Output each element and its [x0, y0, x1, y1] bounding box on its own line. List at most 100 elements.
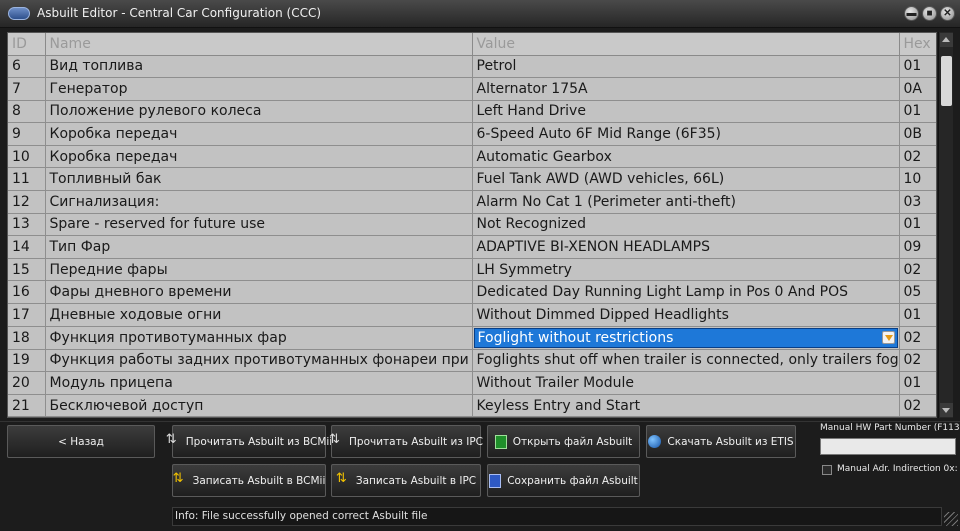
cell-id: 14	[8, 235, 46, 259]
cell-name: Фары дневного времени	[45, 280, 473, 305]
cell-name: Коробка передач	[45, 145, 473, 169]
cell-hex: 01	[899, 55, 936, 79]
cell-value[interactable]: Foglights shut off when trailer is conne…	[472, 349, 900, 373]
table-body: 6 Вид топлива Petrol 01 7 Генератор Alternator…	[8, 55, 936, 417]
cell-hex: 0A	[899, 77, 936, 101]
cell-id: 8	[8, 100, 46, 124]
value-dropdown-cell[interactable]: Foglight without restrictions	[472, 326, 900, 350]
table-row[interactable]: 16 Фары дневного времени Dedicated Day Run…	[8, 280, 936, 305]
open-file-label: Открыть файл Asbuilt	[512, 435, 633, 448]
cell-value[interactable]: Not Recognized	[472, 213, 900, 237]
scroll-down-icon[interactable]	[940, 403, 953, 417]
cell-id: 13	[8, 213, 46, 237]
table-row[interactable]: 6 Вид топлива Petrol 01	[8, 55, 936, 79]
table-row[interactable]: 20 Модуль прицепа Without Trailer Module 01	[8, 371, 936, 395]
cell-value[interactable]: LH Symmetry	[472, 258, 900, 282]
read-ipc-label: Прочитать Asbuilt из IPC	[349, 435, 483, 448]
table-row[interactable]: 21 Бесключевой доступ Keyless Entry and St…	[8, 394, 936, 417]
vertical-scrollbar[interactable]	[938, 32, 953, 418]
dropdown-arrow-icon[interactable]	[881, 330, 895, 344]
download-etis-button[interactable]: Скачать Asbuilt из ETIS	[646, 425, 796, 458]
table-row[interactable]: 14 Тип Фар ADAPTIVE BI-XENON HEADLAMPS 09	[8, 235, 936, 259]
cell-hex: 01	[899, 100, 936, 124]
cell-hex: 02	[899, 326, 936, 350]
write-bcm-label: Записать Asbuilt в BCMii	[192, 474, 326, 487]
asbuilt-grid[interactable]: ID Name Value Hex 6 Вид топлива Petrol 01 7 Г…	[7, 32, 937, 418]
download-etis-label: Скачать Asbuilt из ETIS	[667, 435, 794, 448]
cell-name: Функция противотуманных фар	[45, 326, 473, 350]
cell-hex: 01	[899, 303, 936, 327]
app-logo-icon	[8, 7, 30, 20]
column-header-name[interactable]: Name	[45, 33, 473, 56]
cell-hex: 0B	[899, 122, 936, 146]
read-bcm-label: Прочитать Asbuilt из BCMii	[185, 435, 333, 448]
read-arrows-icon	[166, 432, 180, 450]
cell-id: 11	[8, 167, 46, 192]
cell-name: Spare - reserved for future use	[45, 213, 473, 237]
read-bcm-button[interactable]: Прочитать Asbuilt из BCMii	[166, 425, 332, 458]
table-row[interactable]: 9 Коробка передач 6-Speed Auto 6F Mid Rang…	[8, 122, 936, 146]
resize-grip-icon[interactable]	[944, 512, 958, 526]
cell-value[interactable]: Without Trailer Module	[472, 371, 900, 395]
table-row[interactable]: 8 Положение рулевого колеса Left Hand Driv…	[8, 100, 936, 124]
column-header-id[interactable]: ID	[8, 33, 46, 56]
cell-name: Модуль прицепа	[45, 371, 473, 395]
cell-value[interactable]: Without Dimmed Dipped Headlights	[472, 303, 900, 327]
cell-value[interactable]: Alarm No Cat 1 (Perimeter anti-theft)	[472, 190, 900, 214]
write-bcm-button[interactable]: Записать Asbuilt в BCMii	[172, 464, 326, 497]
cell-value[interactable]: Left Hand Drive	[472, 100, 900, 124]
indirection-label: Manual Adr. Indirection 0x:	[837, 464, 958, 474]
cell-name: Генератор	[45, 77, 473, 101]
back-button[interactable]: < Назад	[7, 425, 155, 458]
scroll-thumb[interactable]	[941, 56, 952, 106]
table-row[interactable]: 13 Spare - reserved for future use Not Rec…	[8, 213, 936, 237]
cell-id: 6	[8, 55, 46, 79]
cell-name: Положение рулевого колеса	[45, 100, 473, 124]
open-file-icon	[494, 434, 507, 449]
column-header-value[interactable]: Value	[472, 33, 900, 56]
cell-value[interactable]: Keyless Entry and Start	[472, 394, 900, 417]
table-row[interactable]: 15 Передние фары LH Symmetry 02	[8, 258, 936, 282]
table-header-row: ID Name Value Hex	[8, 33, 936, 56]
cell-name: Функция работы задних противотуманных фо…	[45, 349, 473, 373]
cell-value[interactable]: Alternator 175A	[472, 77, 900, 101]
write-ipc-button[interactable]: Записать Asbuilt в IPC	[331, 464, 481, 497]
scroll-up-icon[interactable]	[940, 33, 953, 47]
save-file-button[interactable]: Сохранить файл Asbuilt	[487, 464, 640, 497]
column-header-hex[interactable]: Hex	[899, 33, 936, 56]
value-dropdown[interactable]: Foglight without restrictions	[473, 327, 898, 348]
table-row[interactable]: 18 Функция противотуманных фар Foglight wi…	[8, 326, 936, 350]
cell-hex: 01	[899, 213, 936, 237]
cell-value[interactable]: 6-Speed Auto 6F Mid Range (6F35)	[472, 122, 900, 146]
hw-part-number-input[interactable]	[820, 438, 956, 455]
minimize-button[interactable]: ▬	[904, 6, 919, 21]
cell-hex: 02	[899, 349, 936, 373]
save-file-icon	[489, 473, 502, 488]
table-row[interactable]: 7 Генератор Alternator 175A 0A	[8, 77, 936, 101]
open-file-button[interactable]: Открыть файл Asbuilt	[487, 425, 640, 458]
cell-name: Сигнализация:	[45, 190, 473, 214]
close-button[interactable]: ✕	[940, 6, 955, 21]
cell-name: Топливный бак	[45, 167, 473, 192]
table-row[interactable]: 10 Коробка передач Automatic Gearbox 02	[8, 145, 936, 169]
write-arrows-icon	[173, 471, 187, 489]
title-bar: Asbuilt Editor - Central Car Configurati…	[0, 0, 960, 28]
table-row[interactable]: 19 Функция работы задних противотуманных …	[8, 349, 936, 373]
cell-id: 17	[8, 303, 46, 327]
cell-id: 20	[8, 371, 46, 395]
cell-id: 21	[8, 394, 46, 417]
cell-value[interactable]: Petrol	[472, 55, 900, 79]
write-ipc-label: Записать Asbuilt в IPC	[355, 474, 477, 487]
cell-value[interactable]: Dedicated Day Running Light Lamp in Pos …	[472, 280, 900, 305]
maximize-button[interactable]: ■	[922, 6, 937, 21]
table-row[interactable]: 17 Дневные ходовые огни Without Dimmed Dip…	[8, 303, 936, 327]
cell-value[interactable]: Fuel Tank AWD (AWD vehicles, 66L)	[472, 167, 900, 192]
cell-value[interactable]: Automatic Gearbox	[472, 145, 900, 169]
cell-id: 15	[8, 258, 46, 282]
indirection-checkbox[interactable]	[822, 465, 832, 475]
table-row[interactable]: 12 Сигнализация: Alarm No Cat 1 (Perimeter…	[8, 190, 936, 214]
table-row[interactable]: 11 Топливный бак Fuel Tank AWD (AWD vehicl…	[8, 167, 936, 192]
cell-value[interactable]: ADAPTIVE BI-XENON HEADLAMPS	[472, 235, 900, 259]
read-ipc-button[interactable]: Прочитать Asbuilt из IPC	[329, 425, 483, 458]
cell-hex: 05	[899, 280, 936, 305]
